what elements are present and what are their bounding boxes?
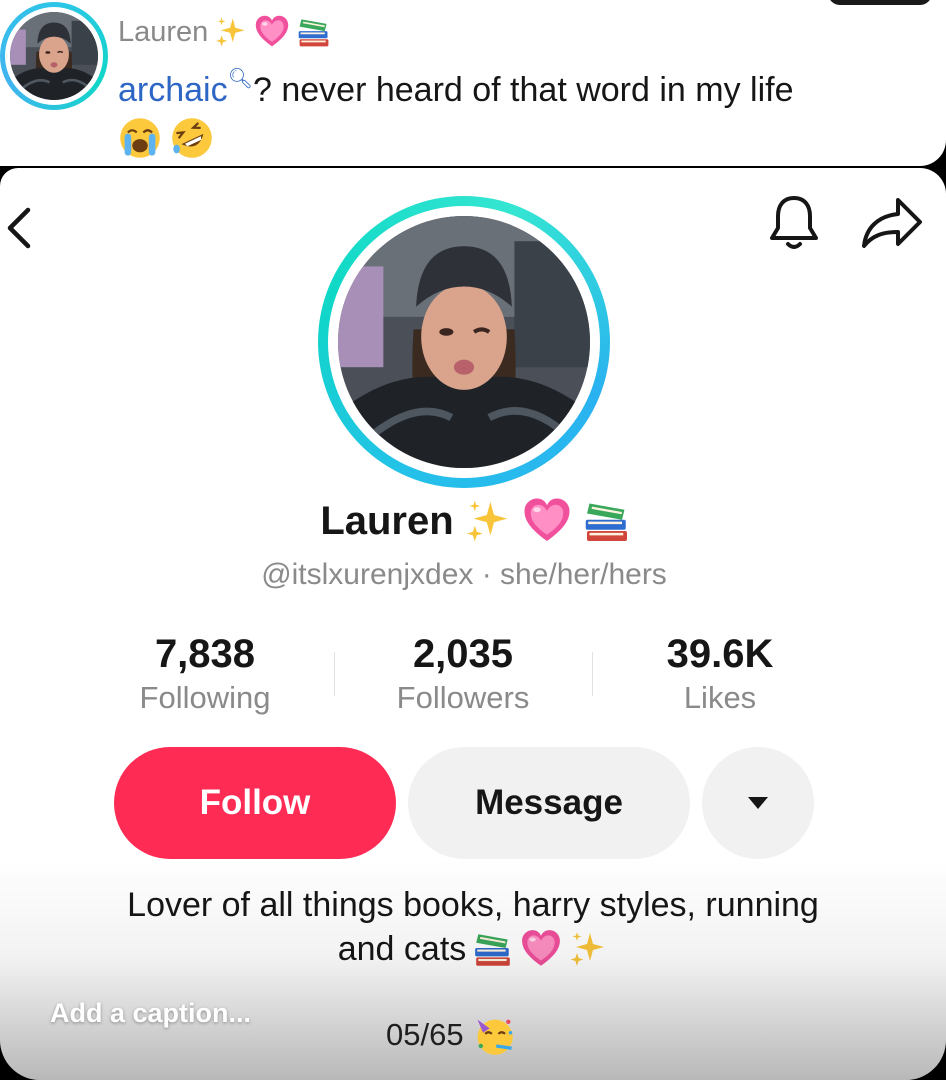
comment-avatar[interactable] xyxy=(0,2,108,110)
counter-text: 05/65 xyxy=(386,1017,464,1052)
loudly-crying-face-icon xyxy=(118,116,162,160)
story-counter: 05/65 xyxy=(386,1013,516,1057)
follow-button[interactable]: Follow xyxy=(114,747,396,859)
followers-label: Followers xyxy=(396,680,530,715)
bio-line-2: and cats xyxy=(337,930,467,968)
back-arrow-icon[interactable] xyxy=(2,204,36,252)
stat-followers[interactable]: 2,035 Followers xyxy=(343,630,583,718)
following-label: Following xyxy=(139,680,271,715)
followers-count: 2,035 xyxy=(412,632,514,676)
profile-card: Lauren @itslxurenjxdex · she/her/hers 7,… xyxy=(0,168,946,1080)
books-icon xyxy=(296,14,332,50)
profile-bio: Lover of all things books, harry styles,… xyxy=(0,883,946,971)
sparkles-icon xyxy=(214,15,248,49)
books-icon xyxy=(472,928,514,970)
share-icon[interactable] xyxy=(858,194,926,252)
likes-label: Likes xyxy=(683,680,757,715)
sparkles-icon xyxy=(464,497,512,545)
stat-divider xyxy=(334,652,335,696)
profile-avatar[interactable] xyxy=(318,196,610,488)
screenshot: Lauren archaic🔍︎? never heard of that wo… xyxy=(0,0,946,1080)
profile-name: Lauren xyxy=(320,498,454,543)
sparkles-icon xyxy=(568,929,608,969)
bell-icon[interactable] xyxy=(766,192,822,254)
caret-down-icon xyxy=(748,797,768,809)
profile-handle: @itslxurenjxdex · she/her/hers xyxy=(261,558,667,591)
heart-icon xyxy=(254,14,290,50)
heart-icon xyxy=(522,496,572,546)
books-icon xyxy=(582,496,632,546)
profile-name-row: Lauren xyxy=(0,496,946,546)
rolling-laughing-face-icon xyxy=(170,116,214,160)
comment-body: ? never heard of that word in my life xyxy=(253,71,794,109)
stats-row: 7,838 Following 2,035 Followers 39.6K Li… xyxy=(0,630,946,730)
bio-line-1: Lover of all things books, harry styles,… xyxy=(127,886,819,924)
comment-author-name: Lauren xyxy=(118,15,209,48)
following-count: 7,838 xyxy=(154,632,256,676)
message-button[interactable]: Message xyxy=(408,747,690,859)
comment-reactions xyxy=(118,116,214,160)
stat-likes[interactable]: 39.6K Likes xyxy=(600,630,840,718)
caption-input[interactable]: Add a caption... xyxy=(50,998,251,1029)
more-options-button[interactable] xyxy=(702,747,814,859)
avatar-photo xyxy=(10,12,98,100)
search-icon[interactable]: 🔍︎ xyxy=(228,68,253,90)
profile-photo xyxy=(338,216,590,468)
comment-author: Lauren xyxy=(118,14,332,50)
partying-face-icon xyxy=(472,1013,516,1057)
stat-divider xyxy=(592,652,593,696)
comment-bubble[interactable]: Lauren archaic🔍︎? never heard of that wo… xyxy=(0,0,946,166)
top-tab xyxy=(828,0,932,5)
comment-text: archaic🔍︎? never heard of that word in m… xyxy=(118,66,794,110)
keyword-link[interactable]: archaic xyxy=(118,71,228,109)
heart-icon xyxy=(520,928,562,970)
likes-count: 39.6K xyxy=(666,632,774,676)
stat-following[interactable]: 7,838 Following xyxy=(85,630,325,718)
